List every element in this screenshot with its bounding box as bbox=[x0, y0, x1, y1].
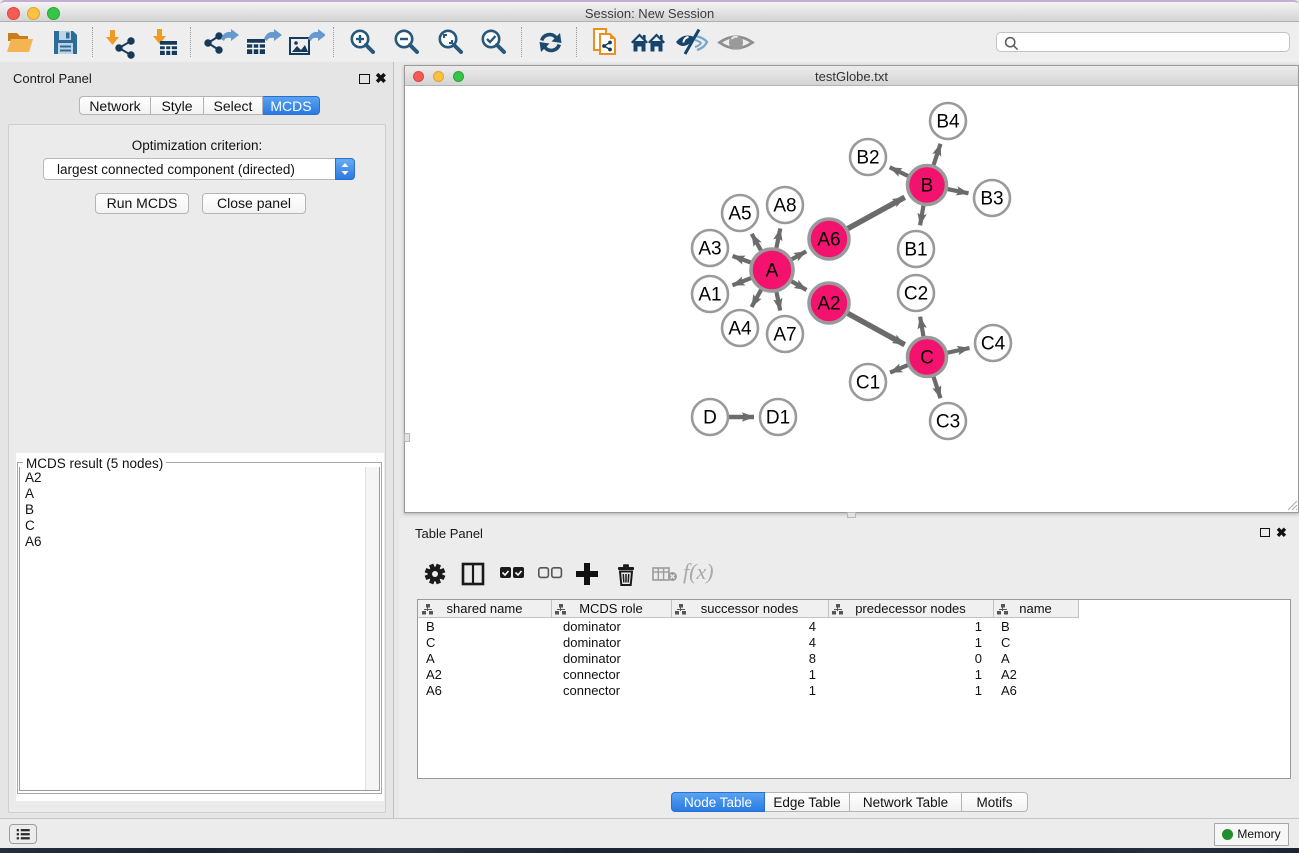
svg-text:C2: C2 bbox=[904, 284, 928, 305]
svg-text:C: C bbox=[920, 348, 934, 369]
svg-text:A2: A2 bbox=[817, 294, 840, 315]
svg-text:B1: B1 bbox=[904, 240, 927, 261]
svg-text:C4: C4 bbox=[981, 334, 1006, 355]
svg-text:C3: C3 bbox=[936, 412, 960, 433]
svg-text:D1: D1 bbox=[766, 408, 790, 429]
svg-text:A: A bbox=[766, 261, 779, 282]
svg-text:A1: A1 bbox=[698, 285, 721, 306]
svg-text:A3: A3 bbox=[698, 239, 721, 260]
svg-text:B: B bbox=[921, 176, 934, 197]
svg-text:D: D bbox=[703, 408, 717, 429]
svg-text:A5: A5 bbox=[728, 204, 751, 225]
svg-text:B4: B4 bbox=[936, 112, 960, 133]
svg-text:A7: A7 bbox=[773, 325, 796, 346]
svg-text:B2: B2 bbox=[856, 148, 879, 169]
svg-text:A8: A8 bbox=[773, 196, 796, 217]
svg-text:B3: B3 bbox=[980, 189, 1003, 210]
svg-text:A6: A6 bbox=[817, 230, 840, 251]
svg-text:A4: A4 bbox=[728, 319, 752, 340]
svg-text:C1: C1 bbox=[856, 373, 880, 394]
